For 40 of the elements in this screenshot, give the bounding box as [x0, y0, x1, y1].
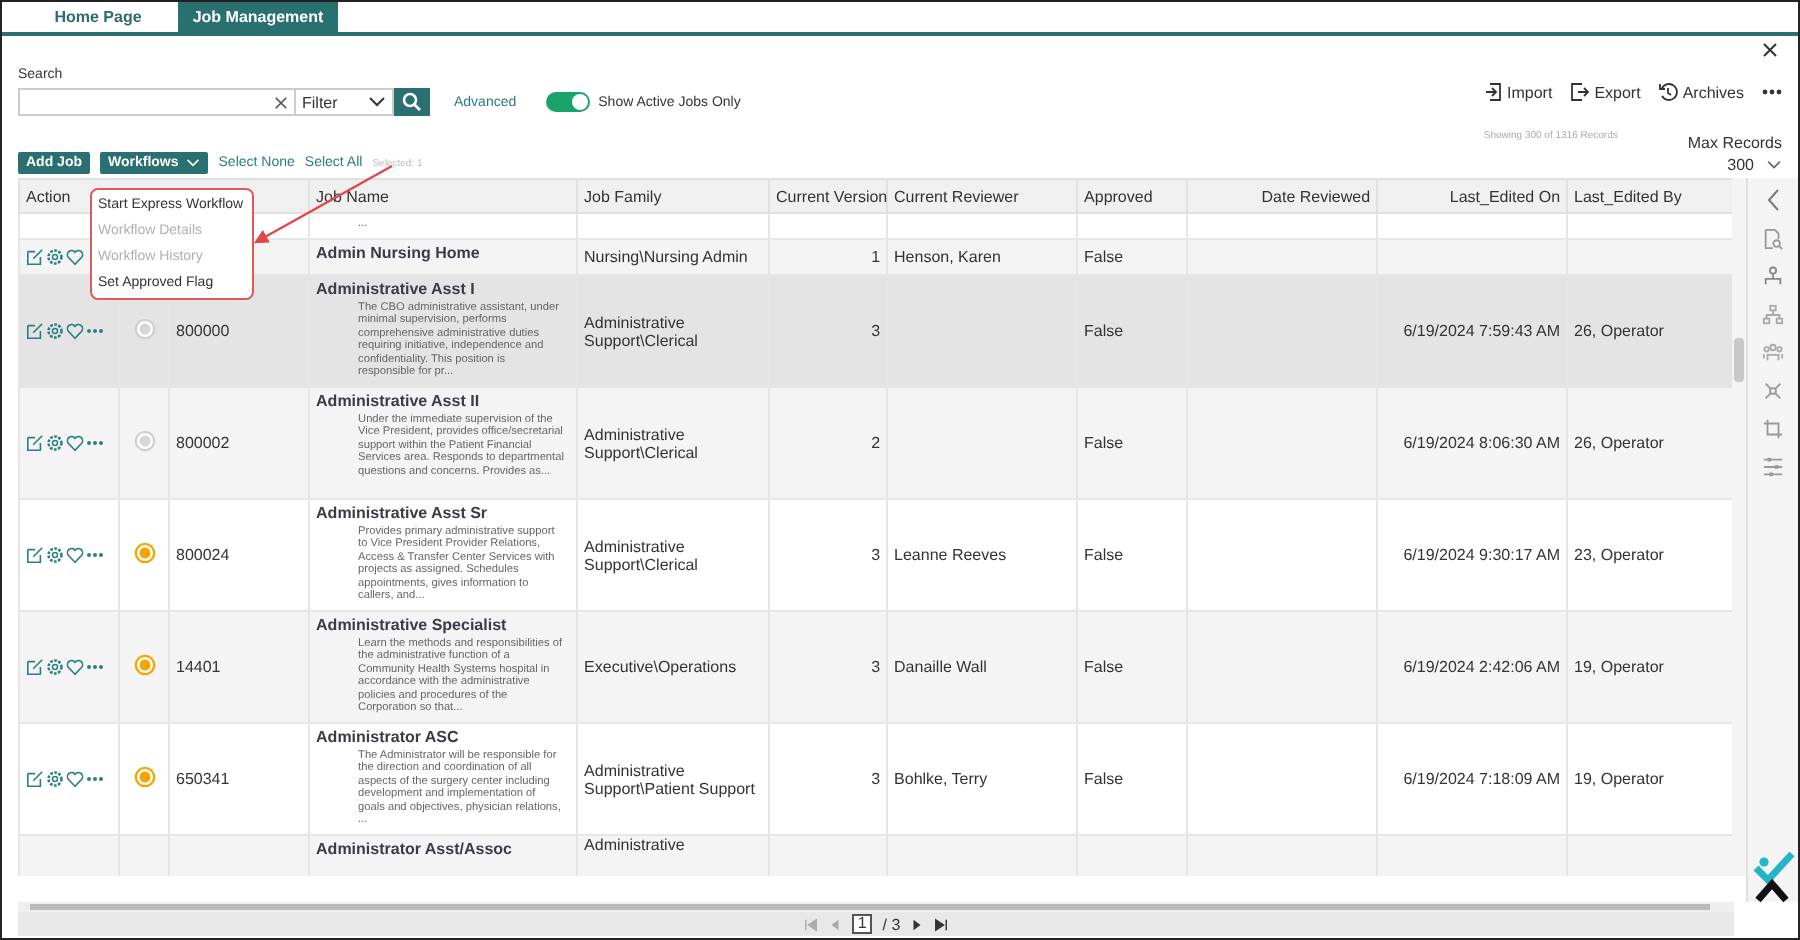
- approved-value: False: [1084, 770, 1124, 788]
- approved-value: False: [1084, 434, 1124, 452]
- approved-value: False: [1084, 546, 1124, 564]
- approved-value: False: [1084, 658, 1124, 676]
- editor-name: 19, Operator: [1574, 770, 1664, 788]
- editor-name: 26, Operator: [1574, 322, 1664, 340]
- job-family: Executive\Operations: [584, 658, 737, 676]
- reviewer-name: Bohlke, Terry: [894, 770, 988, 788]
- job-family: Administrative: [584, 836, 685, 854]
- job-family: Nursing\Nursing Admin: [584, 248, 748, 266]
- job-code: 800024: [176, 546, 230, 564]
- version-number: 2: [871, 434, 881, 452]
- editor-name: 26, Operator: [1574, 434, 1664, 452]
- job-code: 14401: [176, 658, 221, 676]
- job-family: Administrative Support\Clerical: [584, 425, 698, 461]
- job-family: Administrative Support\Clerical: [584, 313, 698, 349]
- edited-date: 6/19/2024 9:30:17 AM: [1403, 546, 1561, 564]
- editor-name: 23, Operator: [1574, 546, 1664, 564]
- job-family: Administrative Support\Clerical: [584, 537, 698, 573]
- job-code: 800002: [176, 434, 230, 452]
- max-records-label: Max Records: [1687, 134, 1782, 152]
- edited-date: 6/19/2024 7:59:43 AM: [1403, 322, 1561, 340]
- reviewer-name: Danaille Wall: [894, 658, 987, 676]
- edited-date: 6/19/2024 8:06:30 AM: [1403, 434, 1561, 452]
- version-number: 1: [871, 248, 881, 266]
- edited-date: 6/19/2024 2:42:06 AM: [1403, 658, 1561, 676]
- approved-value: False: [1084, 248, 1124, 266]
- version-number: 3: [871, 322, 881, 340]
- job-family: Administrative Support\Patient Support: [584, 761, 755, 797]
- reviewer-name: Henson, Karen: [894, 248, 1001, 266]
- reviewer-name: Leanne Reeves: [894, 546, 1007, 564]
- job-code: 800000: [176, 322, 230, 340]
- version-number: 3: [871, 546, 881, 564]
- editor-name: 19, Operator: [1574, 658, 1664, 676]
- approved-value: False: [1084, 322, 1124, 340]
- version-number: 3: [871, 770, 881, 788]
- page-total: / 3: [882, 915, 901, 933]
- edited-date: 6/19/2024 7:18:09 AM: [1403, 770, 1561, 788]
- job-code: 650341: [176, 770, 230, 788]
- version-number: 3: [871, 658, 881, 676]
